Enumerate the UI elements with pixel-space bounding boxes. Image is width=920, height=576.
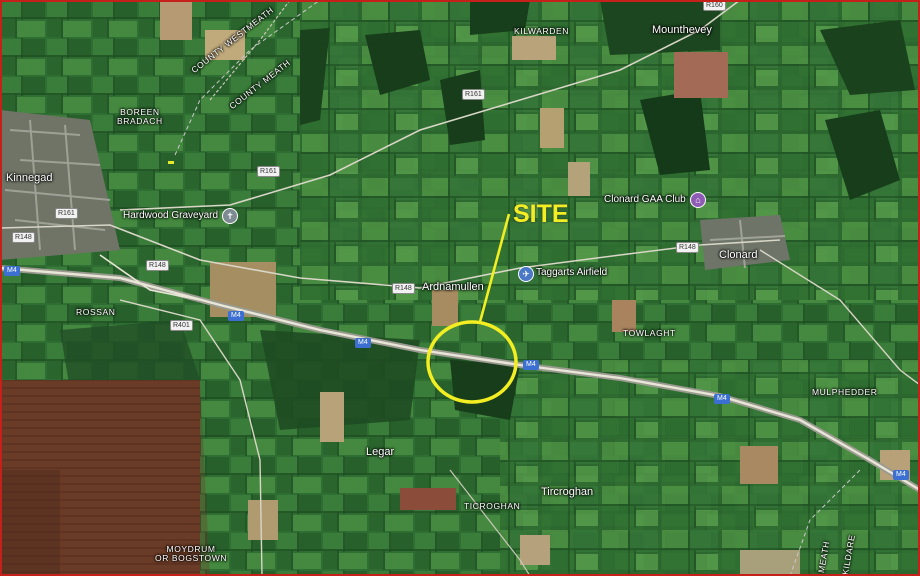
map-view[interactable]: SITE Kinnegad BOREEN BRADACH KILWARDEN M… xyxy=(0,0,920,576)
screenshot-frame xyxy=(0,0,920,576)
